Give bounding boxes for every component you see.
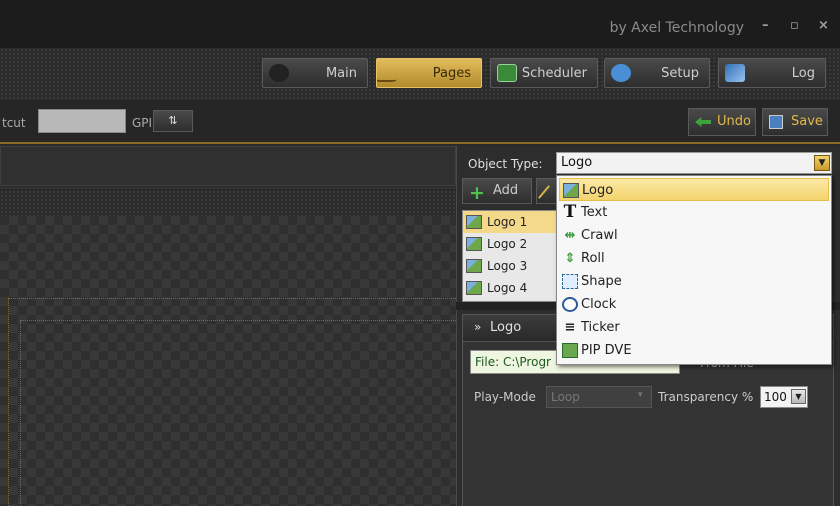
pip-dve-icon — [562, 343, 578, 358]
object-type-dropdown: Logo T Text ⇹ Crawl ⇕ Roll Shape Clock ≡… — [556, 175, 832, 365]
collapse-chevron-icon[interactable]: » — [474, 320, 481, 334]
list-item[interactable]: Logo 4 — [463, 277, 557, 299]
close-button[interactable]: × — [818, 18, 829, 33]
option-logo[interactable]: Logo — [559, 178, 829, 201]
object-list[interactable]: Logo 1 Logo 2 Logo 3 Logo 4 — [462, 210, 558, 302]
ticker-icon: ≡ — [564, 320, 576, 335]
object-type-select[interactable]: Logo — [556, 152, 832, 174]
chevron-down-icon[interactable]: ▼ — [814, 155, 830, 171]
object-type-label: Object Type: — [468, 157, 543, 171]
shape-icon — [562, 274, 578, 289]
text-icon: T — [563, 202, 577, 222]
shortcut-input[interactable] — [38, 109, 126, 133]
maximize-button[interactable]: ▫ — [790, 18, 799, 33]
nav-setup-button[interactable]: Setup — [604, 58, 710, 88]
gpi-label: GPI — [132, 116, 153, 130]
option-ticker[interactable]: ≡ Ticker — [559, 316, 829, 339]
pencil-icon — [538, 185, 550, 199]
nav-pages-button[interactable]: Pages — [375, 58, 482, 88]
image-icon — [466, 281, 482, 295]
sort-arrows-icon: ⇅ — [168, 114, 178, 127]
properties-title: Logo — [490, 320, 522, 335]
scheduler-icon — [497, 64, 517, 82]
nav-log-label: Log — [791, 65, 815, 81]
pages-icon — [375, 64, 411, 82]
roll-icon: ⇕ — [564, 251, 576, 266]
brand-text: by Axel Technology — [609, 20, 744, 36]
shortcut-label: tcut — [2, 116, 26, 130]
option-roll[interactable]: ⇕ Roll — [559, 247, 829, 270]
undo-arrow-icon — [695, 117, 711, 127]
clock-icon — [562, 297, 578, 312]
nav-main-label: Main — [325, 65, 357, 81]
list-item[interactable]: Logo 1 — [463, 211, 557, 233]
list-item[interactable]: Logo 3 — [463, 255, 557, 277]
image-icon — [466, 237, 482, 251]
main-icon — [269, 64, 289, 82]
plus-icon: + — [469, 182, 485, 204]
gpi-button[interactable]: ⇅ — [153, 110, 193, 132]
minimize-button[interactable]: – — [762, 18, 769, 33]
floppy-disk-icon — [769, 115, 783, 129]
canvas-header — [0, 146, 456, 186]
nav-main-button[interactable]: Main — [262, 58, 368, 88]
save-label: Save — [791, 114, 823, 129]
add-object-button[interactable]: + Add — [462, 178, 532, 204]
option-clock[interactable]: Clock — [559, 293, 829, 316]
image-icon — [466, 215, 482, 229]
undo-label: Undo — [717, 114, 751, 129]
nav-scheduler-label: Scheduler — [521, 65, 587, 81]
nav-scheduler-button[interactable]: Scheduler — [490, 58, 598, 88]
add-label: Add — [493, 183, 519, 198]
nav-log-button[interactable]: Log — [718, 58, 826, 88]
nav-setup-label: Setup — [661, 65, 699, 81]
nav-pages-label: Pages — [432, 65, 471, 81]
option-pip-dve[interactable]: PIP DVE — [559, 339, 829, 362]
undo-button[interactable]: Undo — [688, 108, 756, 136]
logo-icon — [563, 183, 579, 198]
chevron-down-icon[interactable]: ▼ — [791, 389, 806, 404]
chevron-down-icon: ▾ — [638, 390, 643, 400]
safe-area-inner — [20, 320, 456, 506]
option-text[interactable]: T Text — [559, 201, 829, 224]
play-mode-select[interactable]: Loop — [546, 386, 652, 408]
transparency-label: Transparency % — [658, 390, 754, 404]
option-crawl[interactable]: ⇹ Crawl — [559, 224, 829, 247]
save-button[interactable]: Save — [762, 108, 828, 136]
log-icon — [725, 64, 745, 82]
setup-icon — [611, 64, 631, 82]
image-icon — [466, 259, 482, 273]
crawl-icon: ⇹ — [564, 228, 576, 243]
option-shape[interactable]: Shape — [559, 270, 829, 293]
play-mode-label: Play-Mode — [474, 390, 536, 404]
list-item[interactable]: Logo 2 — [463, 233, 557, 255]
